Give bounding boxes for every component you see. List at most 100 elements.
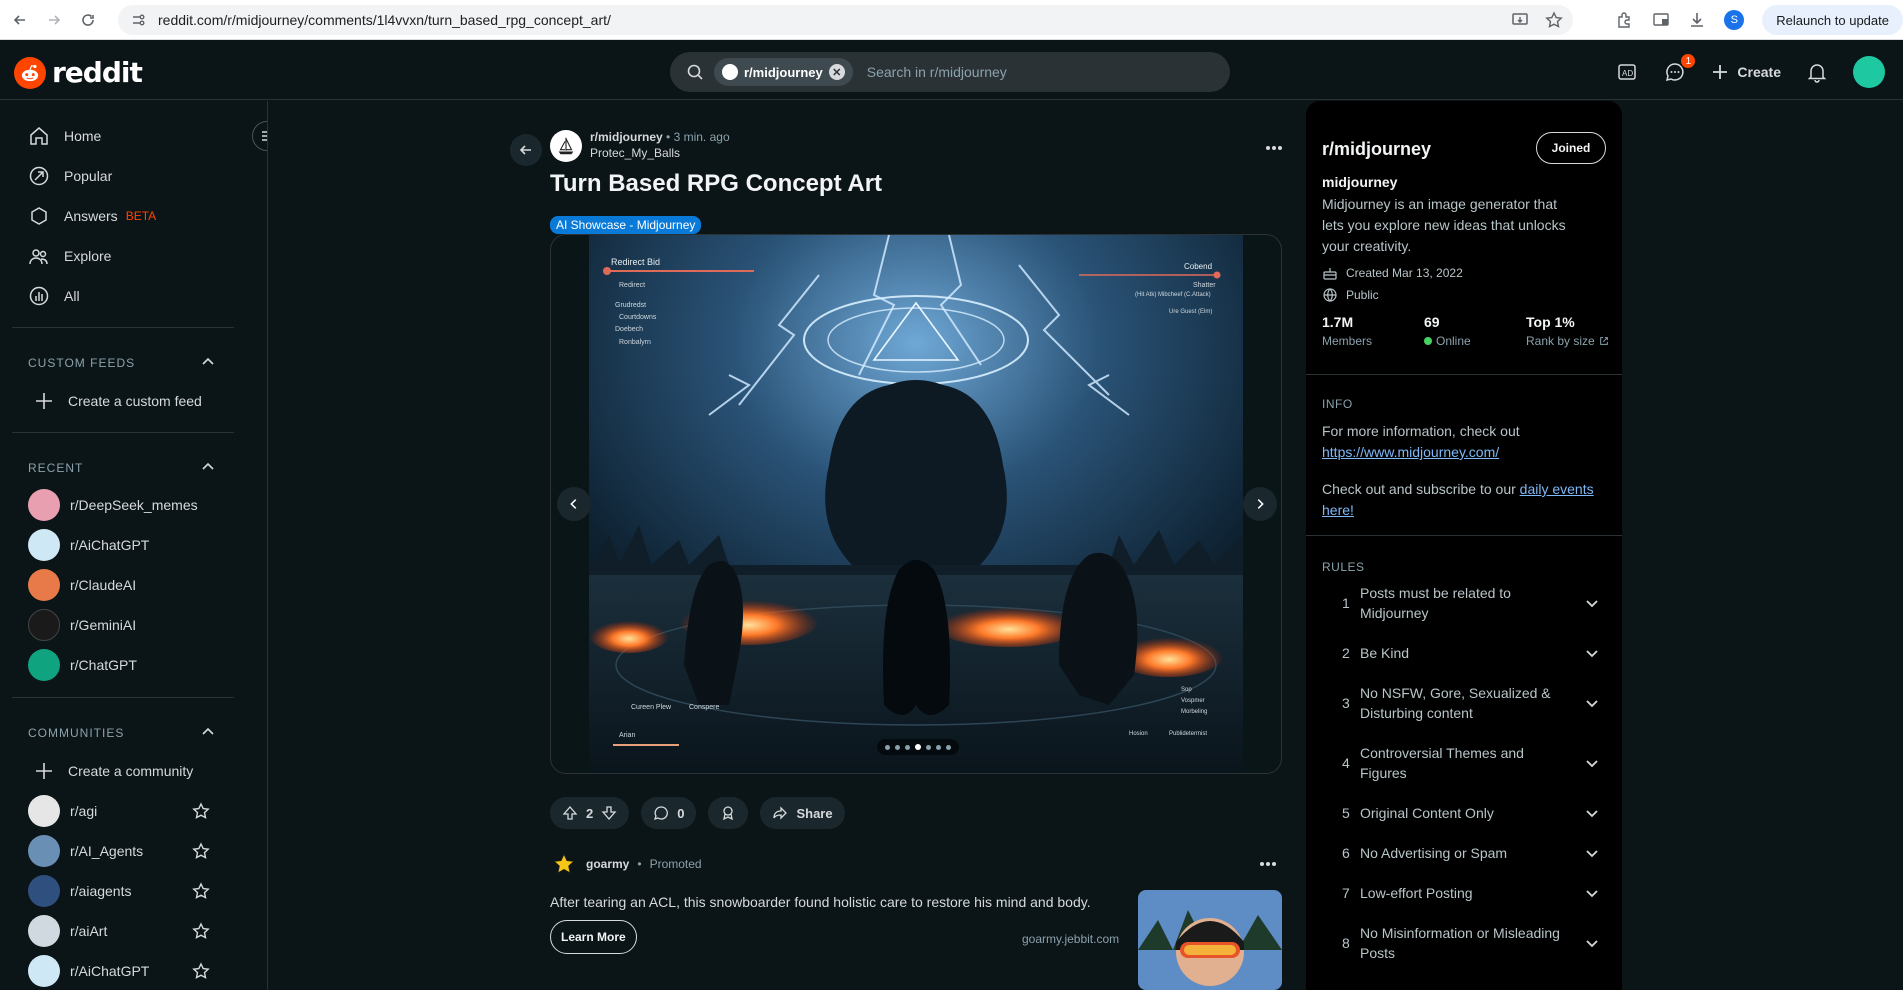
- chevron-left-icon: [570, 499, 577, 509]
- rule-item[interactable]: 1 Posts must be related to Midjourney: [1322, 583, 1606, 623]
- promo-domain[interactable]: goarmy.jebbit.com: [1022, 932, 1119, 946]
- address-bar[interactable]: reddit.com/r/midjourney/comments/1l4vvxn…: [118, 5, 1573, 35]
- more-options-icon[interactable]: [1262, 138, 1286, 158]
- rule-item[interactable]: 7 Low-effort Posting: [1322, 883, 1606, 903]
- share-button[interactable]: Share: [760, 797, 845, 829]
- chat-icon[interactable]: 1: [1663, 54, 1696, 84]
- community-item[interactable]: r/AI_Agents: [28, 835, 143, 867]
- browser-profile-avatar[interactable]: S: [1724, 10, 1745, 30]
- rule-item[interactable]: 6 No Advertising or Spam: [1322, 843, 1606, 863]
- advertiser-star-icon[interactable]: [550, 850, 578, 878]
- advertiser-name[interactable]: goarmy: [586, 857, 629, 871]
- upvote-icon[interactable]: [562, 805, 578, 821]
- sidebar-item-all[interactable]: All: [28, 276, 80, 316]
- community-title[interactable]: r/midjourney: [1322, 139, 1431, 160]
- community-item[interactable]: r/AiChatGPT: [28, 955, 149, 987]
- carousel-dot[interactable]: [895, 744, 900, 750]
- back-arrow-icon[interactable]: [6, 6, 34, 34]
- favorite-star-icon[interactable]: [192, 882, 210, 900]
- create-community-button[interactable]: Create a community: [28, 755, 193, 787]
- promo-thumbnail[interactable]: [1138, 890, 1282, 990]
- download-icon[interactable]: [1688, 11, 1706, 29]
- search-input[interactable]: Search in r/midjourney: [867, 64, 1007, 80]
- install-app-icon[interactable]: [1511, 11, 1529, 29]
- forward-arrow-icon[interactable]: [40, 6, 68, 34]
- sidebar-item-home[interactable]: Home: [28, 116, 101, 156]
- joined-button[interactable]: Joined: [1536, 132, 1606, 164]
- reddit-logo[interactable]: reddit: [14, 56, 143, 89]
- carousel-dot[interactable]: [905, 744, 910, 750]
- rank-stat[interactable]: Top 1% Rank by size: [1526, 314, 1609, 348]
- recent-item[interactable]: r/AiChatGPT: [28, 529, 149, 561]
- created-text: Created Mar 13, 2022: [1346, 266, 1463, 280]
- post-subreddit-link[interactable]: r/midjourney: [590, 130, 663, 144]
- rule-item[interactable]: 5 Original Content Only: [1322, 803, 1606, 823]
- carousel-dot[interactable]: [915, 744, 921, 750]
- community-item[interactable]: r/agi: [28, 795, 97, 827]
- learn-more-button[interactable]: Learn More: [550, 920, 637, 954]
- community-item[interactable]: r/aiagents: [28, 875, 131, 907]
- hud-bottom-right-item: Vospmer: [1181, 698, 1205, 704]
- plus-icon: [1713, 65, 1728, 79]
- chat-badge: 1: [1681, 54, 1696, 68]
- back-button[interactable]: [510, 134, 542, 166]
- rule-item[interactable]: 8 No Misinformation or Misleading Posts: [1322, 923, 1606, 963]
- notifications-bell-icon[interactable]: [1805, 60, 1829, 84]
- create-button[interactable]: Create: [1711, 63, 1781, 81]
- rule-number: 3: [1342, 695, 1350, 711]
- carousel-prev-button[interactable]: [557, 487, 591, 521]
- custom-feeds-header[interactable]: CUSTOM FEEDS: [28, 356, 135, 370]
- favorite-star-icon[interactable]: [192, 842, 210, 860]
- user-avatar[interactable]: [1853, 56, 1885, 88]
- comments-button[interactable]: 0: [641, 797, 697, 829]
- recent-header[interactable]: RECENT: [28, 461, 83, 475]
- left-sidebar: Home Popular Answers BETA Explore All CU…: [0, 101, 268, 990]
- search-bar[interactable]: r/midjourney ✕ Search in r/midjourney: [670, 52, 1230, 92]
- reload-icon[interactable]: [74, 6, 102, 34]
- carousel-dot[interactable]: [885, 744, 890, 750]
- carousel-dot[interactable]: [936, 744, 941, 750]
- bookmark-star-icon[interactable]: [1545, 11, 1563, 29]
- favorite-star-icon[interactable]: [192, 922, 210, 940]
- favorite-star-icon[interactable]: [192, 962, 210, 980]
- sidebar-collapse-button[interactable]: [252, 121, 267, 151]
- search-scope-chip[interactable]: r/midjourney ✕: [714, 58, 853, 86]
- hud-menu-item: Courtdowns: [619, 314, 657, 321]
- recent-item[interactable]: r/GeminiAI: [28, 609, 136, 641]
- advertise-icon[interactable]: AD: [1615, 60, 1639, 84]
- sidebar-item-explore[interactable]: Explore: [28, 236, 111, 276]
- community-item[interactable]: r/aiArt: [28, 915, 107, 947]
- cast-icon[interactable]: [1652, 11, 1670, 29]
- recent-item[interactable]: r/DeepSeek_memes: [28, 489, 198, 521]
- create-custom-feed-button[interactable]: Create a custom feed: [28, 385, 202, 417]
- clear-scope-icon[interactable]: ✕: [828, 64, 845, 80]
- sidebar-item-answers[interactable]: Answers BETA: [28, 196, 156, 236]
- midjourney-website-link[interactable]: https://www.midjourney.com/: [1322, 444, 1499, 460]
- recent-item-label: r/ChatGPT: [70, 657, 137, 673]
- carousel-dot[interactable]: [926, 744, 931, 750]
- recent-item-label: r/GeminiAI: [70, 617, 137, 633]
- recent-item[interactable]: r/ClaudeAI: [28, 569, 136, 601]
- more-options-icon[interactable]: [1256, 856, 1280, 872]
- subreddit-icon[interactable]: [550, 130, 582, 162]
- sidebar-item-popular[interactable]: Popular: [28, 156, 112, 196]
- promo-text[interactable]: After tearing an ACL, this snowboarder f…: [550, 894, 1091, 910]
- post-author-link[interactable]: Protec_My_Balls: [590, 146, 730, 160]
- carousel-dot[interactable]: [946, 744, 951, 750]
- post-image-carousel[interactable]: Redirect Bid Redirect Grudredst Courtdow…: [550, 234, 1282, 774]
- carousel-next-button[interactable]: [1243, 487, 1277, 521]
- rule-item[interactable]: 2 Be Kind: [1322, 643, 1606, 663]
- downvote-icon[interactable]: [601, 805, 617, 821]
- post-flair[interactable]: AI Showcase - Midjourney: [550, 216, 702, 234]
- daily-events-link-here[interactable]: here!: [1322, 502, 1354, 518]
- rule-item[interactable]: 3 No NSFW, Gore, Sexualized & Disturbing…: [1322, 683, 1606, 723]
- site-info-icon[interactable]: [130, 12, 146, 28]
- award-button[interactable]: [708, 797, 749, 829]
- relaunch-button[interactable]: Relaunch to update: [1762, 5, 1903, 35]
- communities-header[interactable]: COMMUNITIES: [28, 726, 124, 740]
- rule-item[interactable]: 4 Controversial Themes and Figures: [1322, 743, 1606, 783]
- daily-events-link[interactable]: daily events: [1520, 481, 1594, 497]
- recent-item[interactable]: r/ChatGPT: [28, 649, 137, 681]
- extensions-icon[interactable]: [1616, 11, 1634, 29]
- favorite-star-icon[interactable]: [192, 802, 210, 820]
